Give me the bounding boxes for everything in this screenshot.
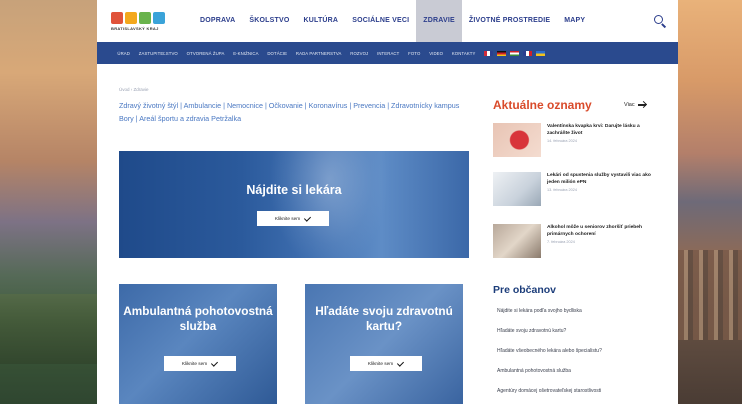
nav-zivotne-prostredie[interactable]: ŽIVOTNÉ PROSTREDIE [462, 0, 557, 42]
logo-text: BRATISLAVSKÝ KRAJ [111, 25, 159, 31]
citizens-links: Nájdite si lekára podľa svojho bydliska … [497, 305, 602, 404]
health-card-card[interactable]: Hľadáte svoju zdravotnú kartu? Kliknite … [305, 284, 463, 404]
news-date: 13. februára 2024 [547, 188, 577, 192]
cta-label: Kliknite sem [367, 361, 394, 366]
background-photo-left [0, 0, 97, 404]
news-more-link[interactable]: Viac [624, 102, 646, 108]
find-doctor-banner[interactable]: Nájdite si lekára Kliknite sem [119, 151, 469, 258]
flag-uk-icon[interactable] [483, 50, 493, 56]
news-thumbnail [493, 172, 541, 206]
news-item[interactable]: Lekári od spustenia služby vystavili via… [493, 172, 663, 206]
subnav-rada-partnerstva[interactable]: RADA PARTNERSTVA [292, 51, 346, 56]
doctor-image [269, 151, 389, 258]
citizens-section-title: Pre občanov [493, 284, 557, 296]
citizens-link[interactable]: Hľadáte svoju zdravotnú kartu? [497, 325, 602, 345]
logo-icon [111, 11, 165, 24]
subnav-rozvoj[interactable]: ROZVOJ [346, 51, 373, 56]
nav-doprava[interactable]: DOPRAVA [193, 0, 242, 42]
subnav-video[interactable]: VIDEO [425, 51, 448, 56]
news-headline: Lekári od spustenia služby vystavili via… [547, 173, 651, 185]
card-cta-button[interactable]: Kliknite sem [350, 356, 422, 371]
subnav-otvorena-zupa[interactable]: OTVORENÁ ŽUPA [182, 51, 229, 56]
flag-hu-icon[interactable] [509, 50, 519, 56]
citizens-link[interactable]: Agentúry domácej ošetrovateľskej starost… [497, 385, 602, 404]
citizens-link[interactable]: Hľadáte všeobecného lekára alebo špecial… [497, 345, 602, 365]
news-date: 14. februára 2024 [547, 139, 577, 143]
check-icon [211, 359, 218, 367]
flag-de-icon[interactable] [496, 50, 506, 56]
emergency-service-card[interactable]: Ambulantná pohotovostná služba Kliknite … [119, 284, 277, 404]
subnav-urad[interactable]: ÚRAD [113, 51, 134, 56]
subnav-dotacie[interactable]: DOTÁCIE [263, 51, 292, 56]
subnav-e-kniznica[interactable]: E-KNIŽNICA [229, 51, 263, 56]
news-headline: Alkohol môže u seniorov zhoršiť priebeh … [547, 225, 643, 237]
citizens-link[interactable]: Nájdite si lekára podľa svojho bydliska [497, 305, 602, 325]
news-date: 7. februára 2024 [547, 240, 575, 244]
card-cta-button[interactable]: Kliknite sem [164, 356, 236, 371]
more-label: Viac [624, 102, 635, 108]
news-item[interactable]: Alkohol môže u seniorov zhoršiť priebeh … [493, 224, 663, 258]
subnav-interact[interactable]: INTERACT [373, 51, 404, 56]
subnav-foto[interactable]: FOTO [404, 51, 425, 56]
nav-socialne-veci[interactable]: SOCIÁLNE VECI [345, 0, 416, 42]
hero-title: Nájdite si lekára [246, 183, 342, 197]
news-headline: Valentínska kvapka krvi: Darujte lásku a… [547, 124, 640, 136]
nav-kultura[interactable]: KULTÚRA [296, 0, 345, 42]
news-thumbnail [493, 224, 541, 258]
arrow-right-icon [637, 104, 646, 106]
news-thumbnail [493, 123, 541, 157]
news-section-title: Aktuálne oznamy [493, 98, 592, 112]
sub-nav: ÚRAD ZASTUPITEĽSTVO OTVORENÁ ŽUPA E-KNIŽ… [97, 42, 678, 64]
check-icon [397, 359, 404, 367]
nav-zdravie[interactable]: ZDRAVIE [416, 0, 462, 42]
subnav-zastupitelstvo[interactable]: ZASTUPITEĽSTVO [134, 51, 182, 56]
card-title: Hľadáte svoju zdravotnú kartu? [315, 304, 453, 333]
flag-ua-icon[interactable] [535, 50, 545, 56]
nav-skolstvo[interactable]: ŠKOLSTVO [242, 0, 296, 42]
background-photo-right [678, 0, 742, 404]
citizens-link[interactable]: Ambulantná pohotovostná služba [497, 365, 602, 385]
language-flags [483, 50, 545, 56]
breadcrumb[interactable]: Úvod › Zdravie [119, 87, 149, 92]
logo[interactable]: BRATISLAVSKÝ KRAJ [111, 11, 179, 31]
cta-label: Kliknite sem [274, 216, 301, 221]
check-icon [304, 214, 311, 222]
card-title: Ambulantná pohotovostná služba [123, 304, 273, 333]
header: BRATISLAVSKÝ KRAJ DOPRAVA ŠKOLSTVO KULTÚ… [97, 0, 678, 42]
hero-cta-button[interactable]: Kliknite sem [257, 211, 329, 226]
nav-mapy[interactable]: MAPY [557, 0, 592, 42]
search-icon[interactable] [652, 13, 668, 29]
topic-links[interactable]: Zdravý životný štýl | Ambulancie | Nemoc… [119, 99, 469, 125]
page: BRATISLAVSKÝ KRAJ DOPRAVA ŠKOLSTVO KULTÚ… [97, 0, 678, 404]
subnav-kontakty[interactable]: KONTAKTY [447, 51, 479, 56]
cta-label: Kliknite sem [181, 361, 208, 366]
news-item[interactable]: Valentínska kvapka krvi: Darujte lásku a… [493, 123, 663, 157]
main-nav: DOPRAVA ŠKOLSTVO KULTÚRA SOCIÁLNE VECI Z… [193, 0, 592, 42]
flag-fr-icon[interactable] [522, 50, 532, 56]
